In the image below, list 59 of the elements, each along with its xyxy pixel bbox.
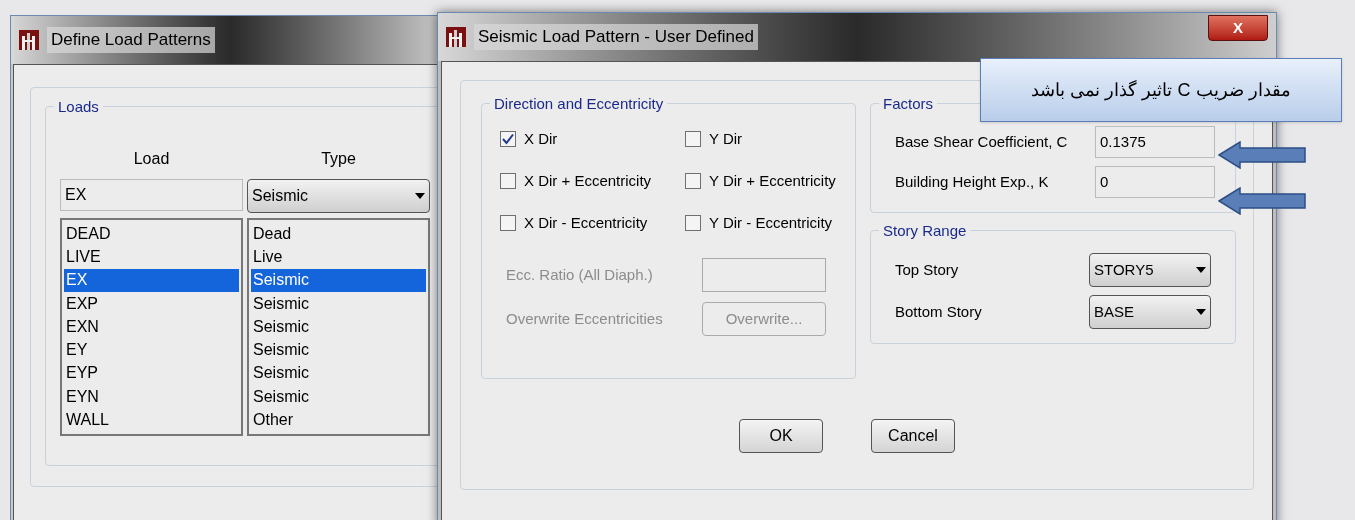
story-dropdown[interactable]: STORY5	[1089, 253, 1211, 287]
close-button[interactable]: X	[1208, 15, 1268, 41]
list-item[interactable]: EYP	[64, 361, 239, 386]
list-item[interactable]: Seismic	[251, 268, 426, 292]
type-dropdown[interactable]: Seismic	[247, 179, 430, 213]
list-item[interactable]: EXP	[64, 291, 239, 316]
load-input[interactable]: EX	[60, 179, 243, 211]
checkbox-label: X Dir	[524, 128, 558, 149]
overwrite-label: Overwrite Eccentricities	[506, 308, 664, 329]
column-header: Type	[320, 149, 357, 169]
dialog-button[interactable]: Cancel	[871, 419, 955, 453]
caret-icon	[1196, 267, 1206, 273]
input-field[interactable]: 0.1375	[1095, 126, 1215, 158]
list-item[interactable]: LIVE	[64, 245, 239, 269]
checkbox[interactable]	[500, 215, 516, 231]
column-header: Load	[132, 149, 171, 169]
callout: مقدار ضریب C تاثیر گذار نمی باشد	[980, 58, 1342, 122]
checkbox-label: Y Dir - Eccentricity	[709, 212, 833, 233]
checkbox[interactable]	[685, 173, 701, 189]
caret-icon	[1196, 309, 1206, 315]
window-title: Define Load Patterns	[47, 27, 215, 53]
list-item[interactable]: EY	[64, 338, 239, 362]
list-item[interactable]: WALL	[64, 408, 239, 432]
checkbox[interactable]	[685, 131, 701, 147]
field-label: Top Story	[895, 259, 960, 280]
arrow-icon	[1218, 187, 1306, 215]
checkbox[interactable]	[685, 215, 701, 231]
field-label: Building Height Exp., K	[895, 171, 1050, 192]
list-item[interactable]: Live	[251, 245, 426, 269]
ecc-ratio-field[interactable]	[702, 258, 826, 292]
story-dropdown[interactable]: BASE	[1089, 295, 1211, 329]
list-item[interactable]: DEAD	[64, 222, 239, 246]
checkbox-label: Y Dir	[709, 128, 743, 149]
dialog-button[interactable]: OK	[739, 419, 823, 453]
checkmark-icon	[502, 133, 514, 145]
caret-icon	[415, 193, 425, 199]
list-item[interactable]: Seismic	[251, 315, 426, 339]
list-item[interactable]: EYN	[64, 385, 239, 409]
list-item[interactable]: Seismic	[251, 385, 426, 409]
list-item[interactable]: Dead	[251, 222, 426, 246]
input-field[interactable]: 0	[1095, 166, 1215, 198]
list-item[interactable]: Other	[251, 408, 426, 432]
app-logo-icon	[19, 30, 39, 50]
checkbox-label: Y Dir + Eccentricity	[709, 170, 836, 191]
window-title: Seismic Load Pattern - User Defined	[474, 24, 758, 50]
list-item[interactable]: Seismic	[251, 291, 426, 316]
arrow-icon	[1218, 141, 1306, 169]
field-label: Bottom Story	[895, 301, 983, 322]
list-item[interactable]: EXN	[64, 315, 239, 339]
checkbox[interactable]	[500, 131, 516, 147]
list-item[interactable]: Seismic	[251, 361, 426, 386]
list-item[interactable]: EX	[64, 268, 239, 292]
ecc-ratio-label: Ecc. Ratio (All Diaph.)	[506, 264, 654, 285]
app-logo-icon	[446, 27, 466, 47]
list-item[interactable]: Seismic	[251, 338, 426, 362]
field-label: Base Shear Coefficient, C	[895, 131, 1069, 152]
checkbox[interactable]	[500, 173, 516, 189]
checkbox-label: X Dir + Eccentricity	[524, 170, 652, 191]
checkbox-label: X Dir - Eccentricity	[524, 212, 648, 233]
